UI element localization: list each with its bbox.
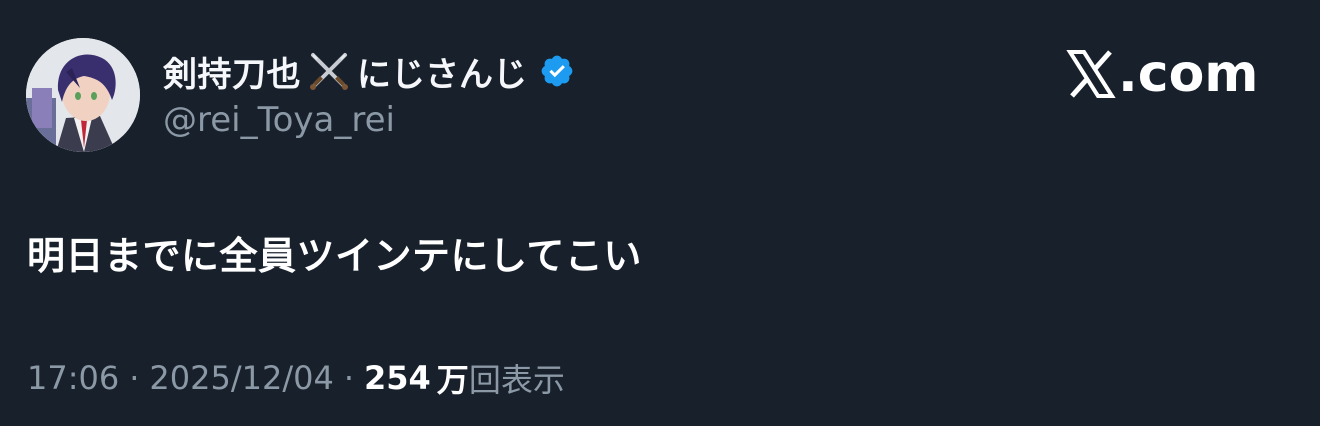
tweet-meta: 17:06 · 2025/12/04 · 254 万 回表示 — [27, 356, 565, 400]
author-display-name[interactable]: 剣持刀也 — [163, 47, 301, 96]
tweet-text: 明日までに全員ツインテにしてこい — [27, 234, 642, 278]
views-unit: 万 — [436, 361, 469, 399]
author-display-name-suffix[interactable]: にじさんじ — [357, 47, 527, 96]
avatar-image — [26, 38, 140, 152]
author-name-row[interactable]: 剣持刀也 にじさんじ — [163, 47, 575, 96]
meta-separator: · — [343, 359, 354, 397]
crossed-swords-icon — [307, 49, 351, 93]
tweet-time[interactable]: 17:06 — [27, 359, 119, 397]
meta-separator: · — [129, 359, 140, 397]
tweet-date[interactable]: 2025/12/04 — [149, 359, 333, 397]
x-com-logo[interactable]: .com — [1066, 46, 1259, 102]
x-logo-icon — [1066, 50, 1116, 98]
verified-badge-icon — [539, 53, 575, 89]
avatar[interactable] — [26, 38, 140, 152]
views-label: 回表示 — [468, 361, 565, 399]
x-logo-text: .com — [1118, 44, 1259, 104]
views-count: 254 — [364, 359, 431, 397]
author-handle[interactable]: @rei_Toya_rei — [163, 100, 395, 140]
